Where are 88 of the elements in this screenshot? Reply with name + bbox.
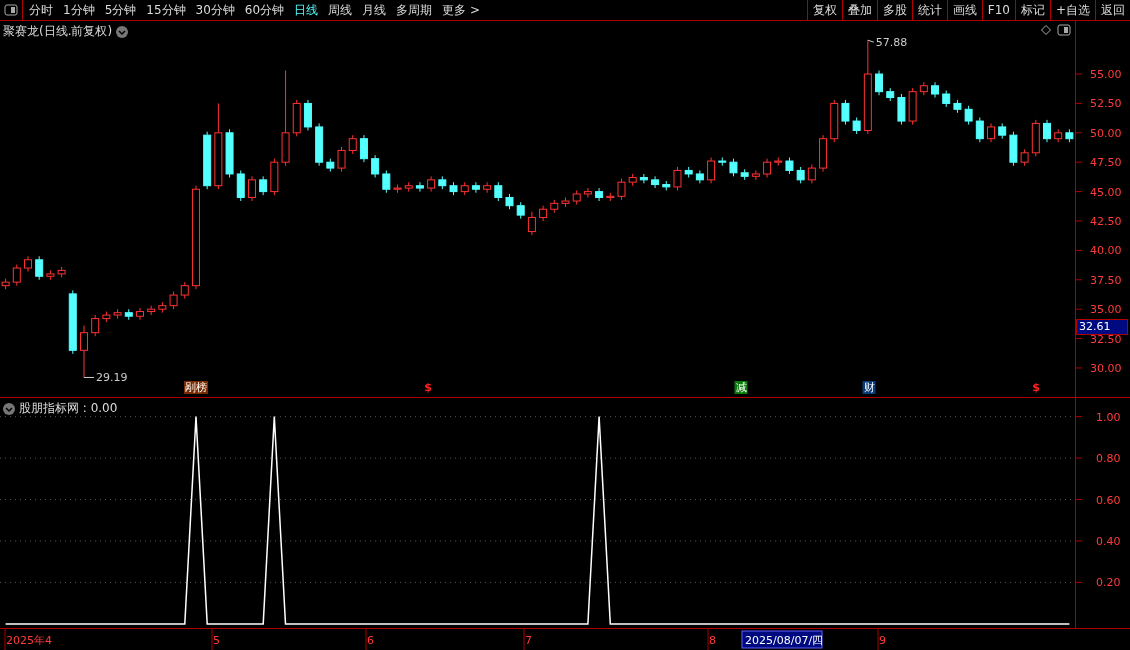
- candlestick: [639, 173, 648, 184]
- event-marker[interactable]: $: [423, 381, 433, 394]
- axis-label: 45.00: [1090, 185, 1122, 199]
- axis-label: 55.00: [1090, 68, 1122, 82]
- axis-label: 37.50: [1090, 273, 1122, 287]
- candlestick: [91, 314, 100, 337]
- period-tab[interactable]: 1分钟: [63, 1, 95, 19]
- candlestick: [494, 181, 503, 202]
- date-label: 2025年4: [6, 634, 52, 647]
- indicator-title: 股朋指标网 : 0.00: [19, 400, 118, 417]
- date-label: 6: [367, 634, 374, 647]
- date-label: 7: [525, 634, 532, 647]
- leader-line: [83, 377, 95, 378]
- price-high-label: 57.88: [875, 36, 908, 50]
- dropdown-icon[interactable]: [3, 402, 15, 415]
- axis-label: 50.00: [1090, 126, 1122, 140]
- axis-label: 32.50: [1090, 332, 1122, 346]
- candlestick: [964, 105, 973, 126]
- period-tab[interactable]: 日线: [294, 1, 319, 19]
- candlestick: [236, 169, 245, 202]
- candlestick: [841, 99, 850, 126]
- candlestick: [483, 181, 492, 194]
- period-tab[interactable]: 5分钟: [104, 1, 137, 19]
- diamond-icon[interactable]: [1041, 25, 1051, 35]
- event-marker[interactable]: 减: [734, 381, 748, 394]
- period-tab[interactable]: 分时: [29, 1, 53, 19]
- candlestick: [415, 181, 424, 193]
- period-tab[interactable]: 60分钟: [244, 1, 285, 19]
- period-tab[interactable]: 更多 >: [442, 1, 480, 19]
- chart-title: 聚赛龙(日线.前复权): [3, 23, 113, 40]
- axis-label: 40.00: [1090, 244, 1122, 258]
- axis-label: 30.00: [1090, 361, 1122, 375]
- axis-label: 35.00: [1090, 303, 1122, 317]
- axis-label: 1.00: [1096, 410, 1121, 424]
- period-tab[interactable]: 15分钟: [146, 1, 186, 19]
- axis-label: 52.50: [1090, 97, 1122, 111]
- candlestick: [303, 99, 312, 131]
- candlestick: [471, 181, 480, 194]
- axis-label: 0.40: [1096, 534, 1121, 548]
- axis-label: 0.80: [1096, 452, 1121, 466]
- axis-label: 42.50: [1090, 215, 1122, 228]
- period-tab[interactable]: 多周期: [396, 1, 433, 19]
- current-price-label: 32.61: [1076, 319, 1128, 335]
- candlestick: [673, 166, 682, 191]
- candlestick: [527, 211, 536, 236]
- candlestick: [707, 157, 716, 184]
- candlestick: [35, 255, 44, 281]
- candlestick: [259, 175, 268, 196]
- candlestick: [695, 169, 704, 184]
- candlestick: [875, 70, 884, 96]
- candlestick: [807, 164, 816, 184]
- candlestick: [751, 169, 760, 181]
- event-marker[interactable]: 剐榜: [184, 381, 208, 394]
- event-marker[interactable]: 财: [862, 381, 876, 394]
- axis-label: 47.50: [1090, 156, 1122, 170]
- date-label: 5: [213, 634, 220, 647]
- price-low-label: 29.19: [96, 371, 128, 385]
- axis-label: 0.20: [1096, 576, 1121, 590]
- candlestick: [583, 187, 592, 198]
- event-marker[interactable]: $: [1031, 381, 1041, 394]
- candlestick: [595, 187, 604, 202]
- candlestick: [337, 146, 346, 173]
- candlestick: [382, 169, 391, 194]
- candlestick: [135, 307, 144, 321]
- candlestick: [975, 117, 984, 143]
- candlestick: [79, 325, 88, 378]
- candlestick: [247, 175, 256, 202]
- candlestick: [897, 93, 906, 126]
- candlestick: [987, 122, 996, 143]
- candlestick: [651, 175, 660, 189]
- date-label: 8: [709, 634, 716, 647]
- candlestick: [12, 263, 21, 287]
- candlestick: [617, 178, 626, 201]
- period-tab[interactable]: 周线: [328, 1, 353, 19]
- panel-icon: [4, 4, 18, 16]
- leader-line: [867, 39, 875, 43]
- date-cursor-label: 2025/08/07/四: [741, 630, 824, 649]
- date-label: 9: [879, 634, 886, 647]
- candlestick: [359, 134, 368, 163]
- panel-icon[interactable]: [1057, 24, 1071, 36]
- dropdown-icon[interactable]: [116, 25, 129, 38]
- period-tab[interactable]: 30分钟: [195, 1, 235, 19]
- candlestick: [763, 158, 772, 178]
- candlestick: [1043, 119, 1052, 143]
- period-tab[interactable]: 月线: [362, 1, 387, 19]
- candlestick: [371, 154, 380, 178]
- candlestick: [348, 134, 357, 155]
- axis-label: 0.60: [1096, 493, 1121, 507]
